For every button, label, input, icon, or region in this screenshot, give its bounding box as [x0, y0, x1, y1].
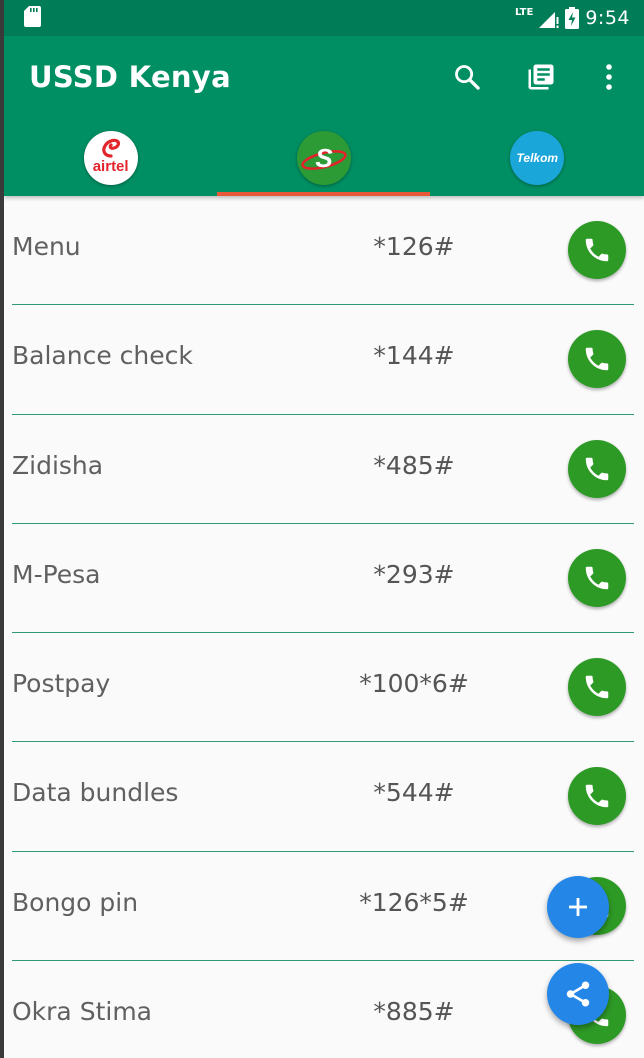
- list-item[interactable]: M-Pesa *293#: [4, 524, 644, 634]
- list-item[interactable]: Data bundles *544#: [4, 742, 644, 852]
- phone-icon: [585, 566, 609, 590]
- code-name: Data bundles: [12, 778, 179, 808]
- code-name: Zidisha: [12, 450, 104, 480]
- list-item[interactable]: Balance check *144#: [4, 305, 644, 415]
- tab-airtel[interactable]: airtel: [4, 126, 217, 196]
- phone-icon: [585, 675, 609, 699]
- add-code-button[interactable]: [547, 876, 609, 938]
- airtel-swirl-icon: [101, 138, 120, 158]
- phone-icon: [585, 457, 609, 480]
- list-item[interactable]: Postpay *100*6#: [4, 633, 644, 743]
- call-button[interactable]: [568, 221, 626, 279]
- signal-icon: [539, 12, 559, 28]
- sd-card-icon: [24, 6, 41, 27]
- ussd-code: *126*5#: [359, 887, 469, 917]
- call-button[interactable]: [568, 658, 626, 717]
- code-name: Okra Stima: [12, 997, 152, 1027]
- ussd-code: *144#: [373, 341, 455, 371]
- call-button[interactable]: [568, 330, 626, 389]
- code-name: M-Pesa: [12, 559, 101, 589]
- telkom-logo: Telkom: [510, 131, 565, 185]
- news-button[interactable]: [526, 62, 556, 92]
- tab-safaricom[interactable]: S: [217, 126, 430, 196]
- safaricom-logo: S: [296, 131, 351, 185]
- call-button[interactable]: [568, 439, 626, 498]
- add-icon: [569, 898, 587, 916]
- airtel-logo: airtel: [83, 131, 138, 185]
- call-button[interactable]: [568, 548, 626, 607]
- code-name: Balance check: [12, 341, 193, 371]
- ussd-code: *100*6#: [359, 669, 469, 699]
- ussd-code: *885#: [373, 997, 455, 1027]
- ussd-code: *293#: [373, 559, 455, 589]
- list-item[interactable]: Okra Stima *885#: [4, 961, 644, 1058]
- more-vert-icon: [606, 64, 612, 90]
- status-icons: LTE 9:54: [515, 4, 630, 32]
- ussd-code: *485#: [373, 450, 455, 480]
- call-button[interactable]: [568, 767, 626, 826]
- code-name: Postpay: [12, 669, 111, 699]
- carrier-tabs: airtel S Telkom: [4, 126, 644, 196]
- share-icon: [566, 981, 590, 1007]
- more-options-button[interactable]: [594, 62, 624, 92]
- tab-telkom[interactable]: Telkom: [431, 126, 644, 196]
- network-type: LTE: [514, 6, 534, 18]
- list-item[interactable]: Menu *126#: [4, 196, 644, 306]
- phone-icon: [585, 238, 609, 262]
- phone-icon: [585, 785, 609, 808]
- search-icon: [455, 65, 480, 90]
- app-title: USSD Kenya: [29, 60, 231, 94]
- app-bar: USSD Kenya airtel S Telkom: [4, 36, 644, 196]
- search-button[interactable]: [452, 62, 482, 92]
- news-icon: [528, 64, 554, 90]
- share-button[interactable]: [547, 963, 609, 1025]
- app-screen: LTE 9:54 USSD Kenya airtel S Telkom Menu…: [4, 0, 644, 1058]
- battery-charging-icon: [565, 7, 580, 29]
- ussd-code: *126#: [373, 232, 455, 261]
- status-time: 9:54: [585, 7, 630, 29]
- ussd-code: *544#: [373, 778, 455, 808]
- status-bar: LTE 9:54: [4, 0, 644, 36]
- ussd-code-list: Menu *126# Balance check *144# Zidisha *485# M…: [4, 196, 644, 1058]
- phone-icon: [585, 348, 609, 371]
- code-name: Menu: [12, 232, 81, 261]
- list-item[interactable]: Zidisha *485#: [4, 415, 644, 524]
- code-name: Bongo pin: [12, 887, 139, 917]
